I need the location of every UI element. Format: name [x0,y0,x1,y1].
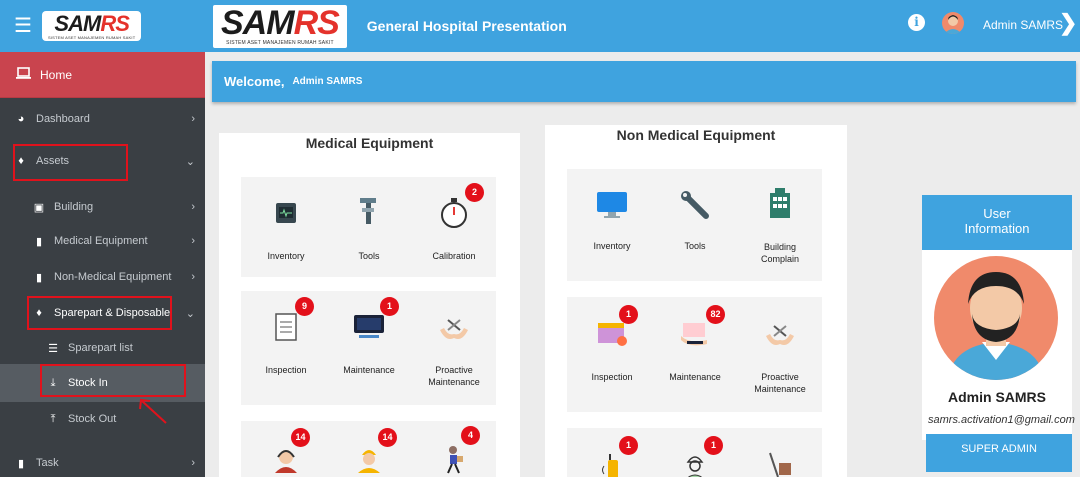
welcome-name: Admin SAMRS [292,76,363,87]
chevron-right-icon: › [191,271,195,283]
highlight-stock-in [40,364,186,397]
delivery-person-icon [436,441,472,477]
maintenance-badge: 1 [380,297,399,316]
user-role-badge[interactable]: SUPER ADMIN [926,434,1072,472]
row3-badge: 4 [461,426,480,445]
chevron-right-icon: › [191,113,195,125]
chevron-right-icon: › [191,201,195,213]
user-info-email: samrs.activation1@gmail.com [928,414,1075,426]
sidebar-item-dashboard[interactable]: ◕ Dashboard › [0,106,205,132]
laptop-icon [16,67,31,82]
medical-device-icon [351,309,387,345]
chevron-right-icon[interactable]: ❯ [1059,10,1077,36]
nonmedical-card-1: Inventory Tools Building Complain [567,169,822,281]
welcome-greeting: Welcome, [224,74,285,89]
header-user-name[interactable]: Admin SAMRS [983,18,1063,32]
sidebar-item-task[interactable]: ▮ Task › [0,450,205,476]
nonmedical-card-3: 1 1 [567,428,822,477]
user-info-header: User Information [922,195,1072,250]
sidebar-item-label: Task [36,457,59,469]
nonmedical-card-2: 1 Inspection 82 Maintenance Proactive Mai… [567,297,822,412]
row3-badge: 1 [704,436,723,455]
upload-icon: ⤒ [50,412,56,425]
samrs-header-logo[interactable]: SAMRS SISTEM ASET MANAJEMEN RUMAH SAKIT [213,4,347,48]
calibration-badge: 2 [465,183,484,202]
tile-label: Inventory [267,251,305,261]
inspection-badge: 9 [295,297,314,316]
sidebar-item-label: Stock Out [68,413,117,425]
sidebar-item-home[interactable]: Home [0,52,205,98]
building-icon: ▣ [33,201,45,214]
tile-label: Tools [358,251,380,261]
tile-label: Inspection [265,365,307,375]
chevron-right-icon: › [191,457,195,469]
chevron-right-icon: › [191,235,195,247]
panel-title: Non Medical Equipment [616,127,776,143]
tile-label: Calibration [432,251,476,261]
tile-label: Maintenance [669,372,721,382]
app-title: General Hospital Presentation [366,18,567,34]
medical-card-2: 9 Inspection 1 Maintenance Proactive Main… [241,291,496,405]
non-medical-equipment-panel: Non Medical Equipment Inventory Tools Bu… [545,125,847,477]
dashboard-icon: ◕ [17,113,25,125]
sidebar-item-sparepart-list[interactable]: ☰ Sparepart list [0,335,205,361]
sidebar-item-non-medical-equipment[interactable]: ▮ Non-Medical Equipment › [0,264,205,290]
tile-label: Inventory [593,241,631,251]
inspection-badge: 1 [619,305,638,324]
file-icon: ▮ [35,271,43,284]
caliper-icon [351,193,387,229]
sidebar-item-stock-out[interactable]: ⤒ Stock Out [0,406,205,432]
sidebar-item-building[interactable]: ▣ Building › [0,194,205,220]
wrench-icon [677,187,713,223]
worker-icon [351,441,387,477]
monitor-device-icon [268,195,304,231]
chevron-down-icon: ⌄ [185,307,195,320]
row3-badge: 14 [378,428,397,447]
hands-tools-icon [762,317,798,353]
user-info-title: User [983,206,1011,221]
panel-title: Medical Equipment [305,135,434,151]
medical-equipment-panel: Medical Equipment Inventory Tools 2 Cali… [219,133,520,477]
tile-label: Proactive Maintenance [754,372,806,394]
info-icon[interactable]: i [908,14,925,31]
tile-label: Tools [684,241,706,251]
clipboard-icon: ▮ [17,457,25,470]
sidebar-item-label: Sparepart list [68,342,133,354]
menu-icon[interactable]: ☰ [14,16,32,36]
welcome-banner: Welcome, Admin SAMRS [212,61,1076,102]
row3-badge: 1 [619,436,638,455]
tile-label: Maintenance [343,365,395,375]
hand-truck-icon [762,448,798,477]
maintenance-badge: 82 [706,305,725,324]
tile-label: Proactive Maintenance [428,365,480,387]
samrs-logo[interactable]: SAMRS SISTEM ASET MANAJEMEN RUMAH SAKIT [41,11,142,41]
sidebar-item-medical-equipment[interactable]: ▮ Medical Equipment › [0,228,205,254]
chevron-down-icon: ⌄ [185,155,195,168]
highlight-assets [13,144,128,181]
sidebar-brand: ☰ SAMRS SISTEM ASET MANAJEMEN RUMAH SAKI… [0,0,205,52]
hands-tools-icon [436,311,472,347]
medical-card-1: Inventory Tools 2 Calibration [241,177,496,277]
user-info-title: Information [964,221,1030,236]
file-icon: ▮ [35,235,43,248]
highlight-sparepart [27,296,172,330]
top-bar: SAMRS SISTEM ASET MANAJEMEN RUMAH SAKIT … [205,0,1080,52]
tile-label: Building Complain [760,242,800,264]
sidebar-item-label: Home [40,67,73,82]
stopwatch-icon [436,195,472,231]
computer-icon [594,187,630,223]
sidebar-item-label: Medical Equipment [54,235,148,247]
sidebar-item-label: Dashboard [36,113,90,125]
sidebar-item-label: Non-Medical Equipment [54,271,172,283]
tile-label: Inspection [591,372,633,382]
user-avatar [934,256,1058,380]
list-icon: ☰ [48,342,58,355]
row3-badge: 14 [291,428,310,447]
user-info-name: Admin SAMRS [948,389,1046,405]
medical-card-3: 14 14 4 [241,421,496,477]
office-building-icon [762,185,798,221]
avatar[interactable] [942,12,964,34]
sidebar-item-label: Building [54,201,94,213]
